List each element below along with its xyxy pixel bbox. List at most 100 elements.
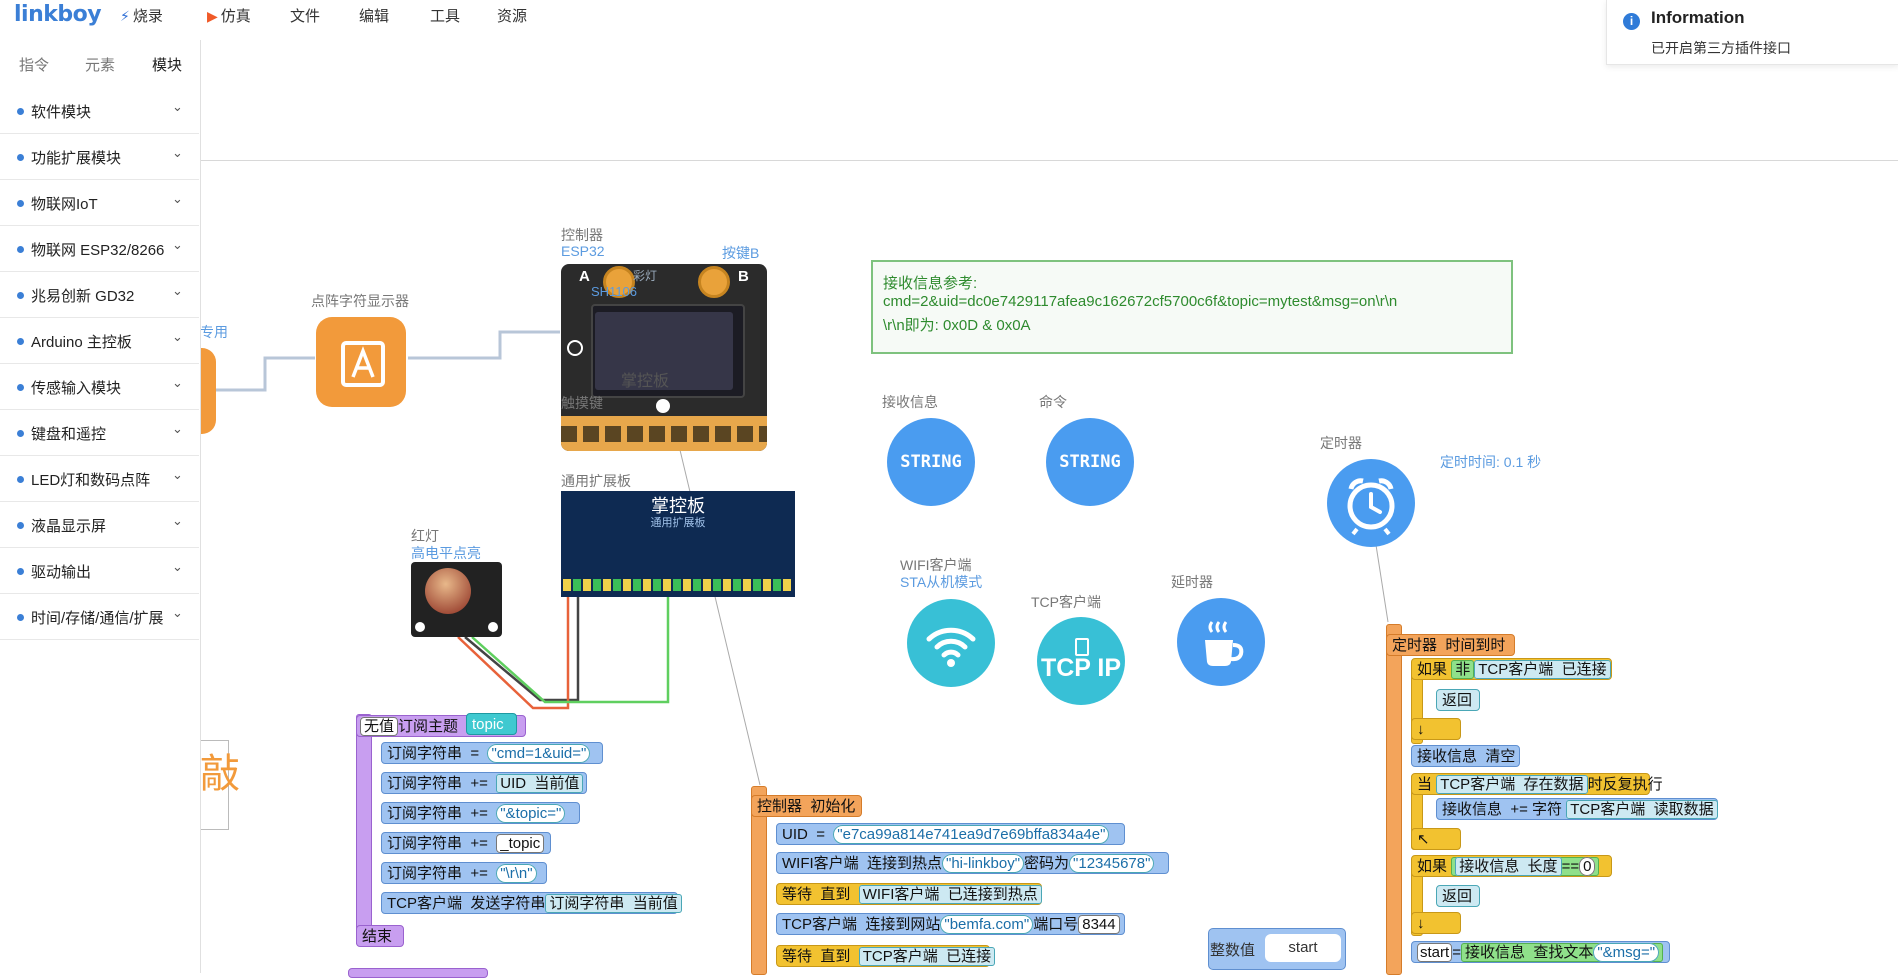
recv-info-label: 接收信息 bbox=[882, 394, 938, 410]
cmd-label: 命令 bbox=[1039, 394, 1067, 410]
sidebar-item-gd32[interactable]: 兆易创新 GD32 ⌄ bbox=[0, 272, 199, 318]
init-uid-row[interactable]: UID = "e7ca99a814e741ea9d7e69bffa834a4e" bbox=[776, 823, 1125, 845]
touch-key-label: 触摸键 bbox=[561, 395, 603, 411]
info-notification[interactable]: i Information 已开启第三方插件接口 bbox=[1606, 0, 1898, 65]
sidebar-item-lcd[interactable]: 液晶显示屏 ⌄ bbox=[0, 502, 199, 548]
dot-matrix-module[interactable] bbox=[316, 317, 406, 407]
sub-row-4-value[interactable]: _topic bbox=[496, 834, 545, 853]
sub-row-6[interactable]: TCP客户端 发送字符串 订阅字符串 当前值 bbox=[381, 892, 682, 914]
recv-info-string-node[interactable]: STRING bbox=[887, 418, 975, 506]
while-end[interactable]: ↖ bbox=[1411, 828, 1461, 850]
sub-row-5-value[interactable]: "\r\n" bbox=[496, 864, 537, 883]
while-row[interactable]: 当 TCP客户端 存在数据 时反复执行 bbox=[1411, 773, 1663, 795]
sidebar-item-software[interactable]: 软件模块 ⌄ bbox=[0, 88, 199, 134]
info-title: 接收信息参考: bbox=[883, 275, 978, 292]
info-icon: i bbox=[1623, 13, 1640, 30]
touch-pad[interactable] bbox=[567, 340, 583, 356]
integer-var-label: 整数值 bbox=[1210, 942, 1256, 959]
timer-node[interactable] bbox=[1327, 459, 1415, 547]
init-wait-tcp-row[interactable]: 等待 直到 TCP客户端 已连接 bbox=[776, 945, 996, 967]
start-var-slot[interactable]: start bbox=[1417, 943, 1453, 962]
sidebar-item-time-storage[interactable]: 时间/存储/通信/扩展 ⌄ bbox=[0, 594, 199, 640]
length-compare-value[interactable]: 0 bbox=[1579, 857, 1596, 876]
bullet-icon bbox=[17, 568, 24, 575]
chevron-down-icon: ⌄ bbox=[172, 145, 183, 160]
subscribe-block-end[interactable]: 结束 bbox=[356, 925, 404, 947]
partial-module[interactable] bbox=[200, 348, 216, 434]
sub-row-5[interactable]: 订阅字符串 += "\r\n" bbox=[381, 862, 547, 884]
wifi-password-value[interactable]: "12345678" bbox=[1069, 854, 1155, 873]
bullet-icon bbox=[17, 292, 24, 299]
sidebar-item-sensors[interactable]: 传感输入模块 ⌄ bbox=[0, 364, 199, 410]
sub-row-1[interactable]: 订阅字符串 = "cmd=1&uid=" bbox=[381, 742, 603, 764]
cmd-string-node[interactable]: STRING bbox=[1046, 418, 1134, 506]
led-bulb bbox=[425, 568, 471, 614]
sub-row-4[interactable]: 订阅字符串 += _topic bbox=[381, 832, 551, 854]
tab-modules[interactable]: 模块 bbox=[152, 54, 182, 75]
return-none-slot[interactable]: 无值 bbox=[360, 717, 399, 736]
controller-board[interactable]: A B 彩灯 SH1106 掌控板 bbox=[561, 264, 767, 451]
integer-var-block[interactable]: 整数值 start bbox=[1208, 928, 1346, 970]
tab-elements[interactable]: 元素 bbox=[85, 54, 115, 75]
append-row[interactable]: 接收信息 += 字符 TCP客户端 读取数据 bbox=[1436, 798, 1718, 820]
if-length-row[interactable]: 如果 接收信息 长度 == 0 bbox=[1411, 855, 1612, 877]
sub-row-3[interactable]: 订阅字符串 += "&topic=" bbox=[381, 802, 580, 824]
bullet-icon bbox=[17, 246, 24, 253]
init-wait-wifi-row[interactable]: 等待 直到 WIFI客户端 已连接到热点 bbox=[776, 883, 1042, 905]
recv-clear-row[interactable]: 接收信息 清空 bbox=[1411, 745, 1520, 767]
not-operator[interactable]: 非 bbox=[1451, 660, 1475, 679]
tcp-host-value[interactable]: "bemfa.com" bbox=[940, 915, 1034, 934]
tab-commands[interactable]: 指令 bbox=[19, 54, 49, 75]
init-tcp-row[interactable]: TCP客户端 连接到网站 "bemfa.com" 端口号 8344 bbox=[776, 913, 1125, 935]
wire-matrix-controller bbox=[408, 330, 560, 360]
controller-sub: ESP32 bbox=[561, 243, 605, 259]
chevron-down-icon: ⌄ bbox=[172, 329, 183, 344]
find-text-value[interactable]: "&msg=" bbox=[1593, 943, 1660, 962]
timer-block-head[interactable]: 定时器 时间到时 bbox=[1386, 634, 1515, 656]
topic-param[interactable]: topic bbox=[466, 713, 517, 735]
wifi-ssid-value[interactable]: "hi-linkboy" bbox=[942, 854, 1025, 873]
alarm-clock-icon bbox=[1347, 478, 1395, 536]
integer-var-name[interactable]: start bbox=[1265, 934, 1341, 962]
extension-board[interactable]: 掌控板 通用扩展板 bbox=[561, 491, 795, 597]
if2-end[interactable]: ↓ bbox=[1411, 912, 1461, 934]
partial-module-label: 专用 bbox=[200, 324, 228, 340]
find-text-row[interactable]: start = 接收信息 查找文本 "&msg=" bbox=[1411, 941, 1670, 963]
if-not-connected-row[interactable]: 如果 非 TCP客户端 已连接 bbox=[1411, 658, 1612, 680]
subscribe-title: 订阅主题 bbox=[398, 718, 459, 735]
notification-body: 已开启第三方插件接口 bbox=[1651, 40, 1791, 56]
sidebar-item-led[interactable]: LED灯和数码点阵 ⌄ bbox=[0, 456, 199, 502]
sub-row-3-value[interactable]: "&topic=" bbox=[496, 804, 566, 823]
timer-time: 定时时间: 0.1 秒 bbox=[1440, 454, 1542, 470]
bullet-icon bbox=[17, 108, 24, 115]
next-purple-block-partial[interactable] bbox=[348, 968, 488, 978]
sidebar-tabs: 指令 元素 模块 bbox=[0, 40, 200, 88]
wifi-client-node[interactable] bbox=[907, 599, 995, 687]
return-2[interactable]: 返回 bbox=[1436, 885, 1480, 907]
uid-value[interactable]: "e7ca99a814e741ea9d7e69bffa834a4e" bbox=[833, 825, 1110, 844]
notification-title: Information bbox=[1651, 8, 1745, 27]
return-1[interactable]: 返回 bbox=[1436, 689, 1480, 711]
sidebar-item-iot[interactable]: 物联网IoT ⌄ bbox=[0, 180, 199, 226]
bullet-icon bbox=[17, 476, 24, 483]
sidebar-item-drive[interactable]: 驱动输出 ⌄ bbox=[0, 548, 199, 594]
sidebar-item-function-ext[interactable]: 功能扩展模块 ⌄ bbox=[0, 134, 199, 180]
sidebar-item-keyboard[interactable]: 键盘和遥控 ⌄ bbox=[0, 410, 199, 456]
sub-row-2[interactable]: 订阅字符串 += UID 当前值 bbox=[381, 772, 587, 794]
tcp-client-node[interactable]: TCP IP bbox=[1037, 617, 1125, 705]
ext-board-label: 通用扩展板 bbox=[561, 473, 631, 489]
tcp-port-value[interactable]: 8344 bbox=[1078, 915, 1120, 934]
delay-node[interactable] bbox=[1177, 598, 1265, 686]
button-b[interactable] bbox=[698, 266, 730, 298]
sub-row-1-value[interactable]: "cmd=1&uid=" bbox=[487, 744, 591, 763]
init-block-head[interactable]: 控制器 初始化 bbox=[751, 795, 862, 817]
init-wifi-row[interactable]: WIFI客户端 连接到热点 "hi-linkboy" 密码为 "12345678" bbox=[776, 852, 1169, 874]
sidebar-item-iot-esp32[interactable]: 物联网 ESP32/8266 ⌄ bbox=[0, 226, 199, 272]
chevron-down-icon: ⌄ bbox=[172, 99, 183, 114]
subscribe-block-frame bbox=[356, 714, 372, 946]
red-led-module[interactable] bbox=[411, 562, 502, 637]
coffee-cup-icon bbox=[1205, 621, 1244, 666]
sidebar-item-arduino[interactable]: Arduino 主控板 ⌄ bbox=[0, 318, 199, 364]
chevron-down-icon: ⌄ bbox=[172, 375, 183, 390]
if1-end[interactable]: ↓ bbox=[1411, 718, 1461, 740]
